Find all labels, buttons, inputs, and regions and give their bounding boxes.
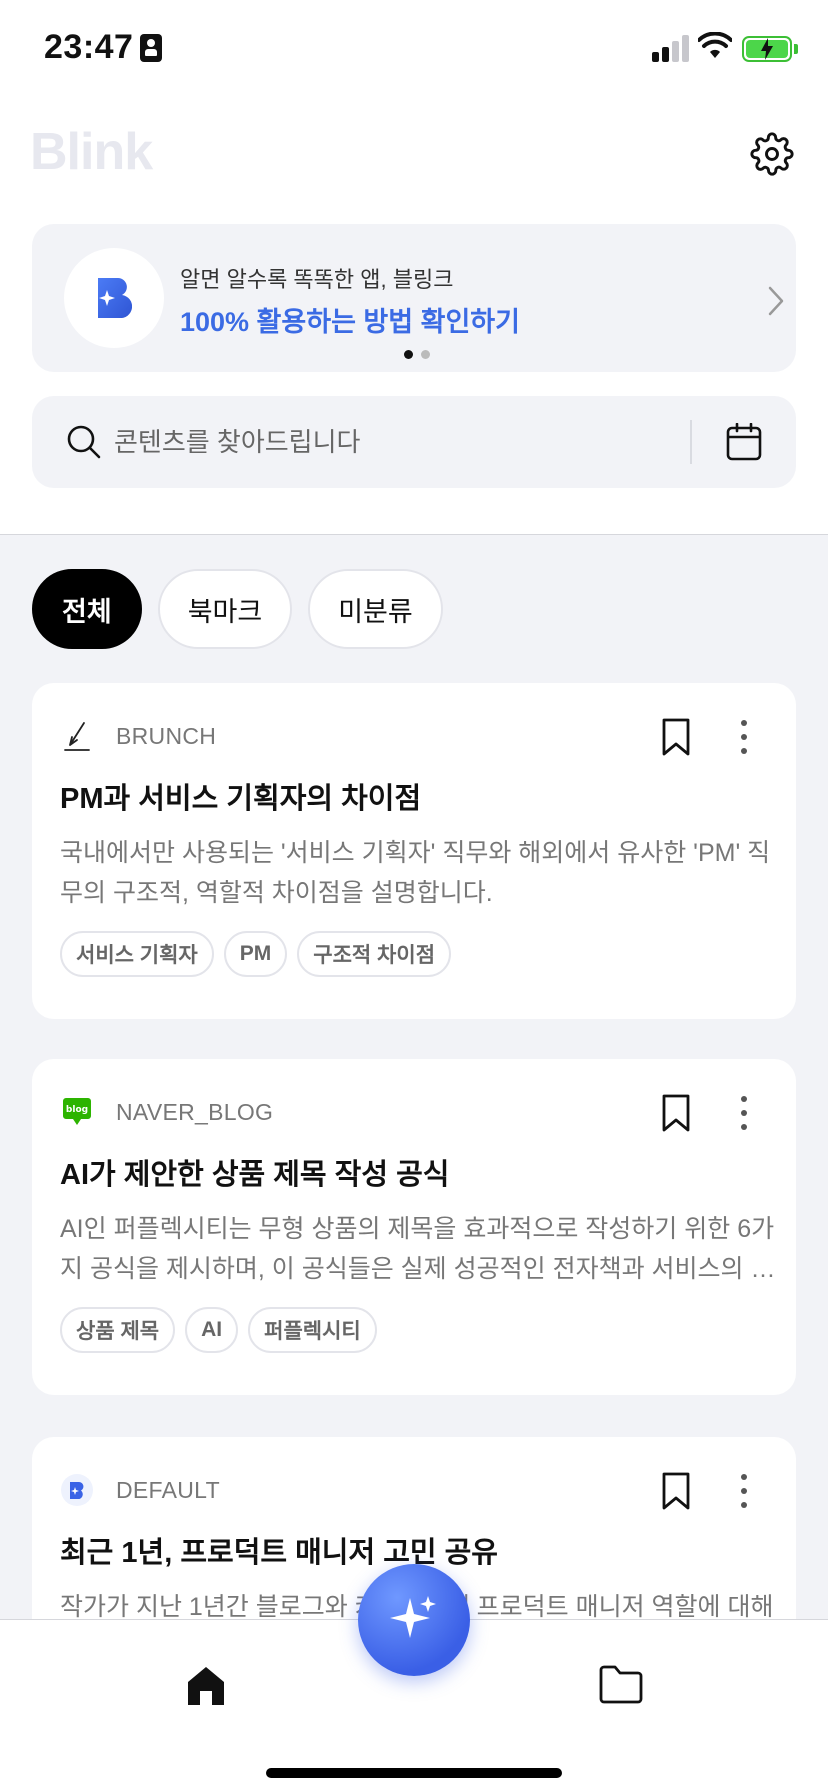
settings-button[interactable] [746, 128, 798, 180]
content-feed[interactable]: 전체 북마크 미분류 BRUNCH PM과 서비스 기획자의 차이점 국내에서만… [0, 534, 828, 1620]
more-options-icon[interactable] [734, 1471, 754, 1511]
contact-card-icon [140, 34, 162, 62]
divider [690, 420, 692, 464]
tag-chip[interactable]: 구조적 차이점 [297, 931, 452, 977]
sparkle-icon [390, 1596, 436, 1638]
content-card[interactable]: blog NAVER_BLOG AI가 제안한 상품 제목 작성 공식 AI인 … [32, 1059, 796, 1395]
more-options-icon[interactable] [734, 717, 754, 757]
search-bar [32, 396, 796, 488]
card-title: AI가 제안한 상품 제목 작성 공식 [60, 1159, 450, 1191]
card-title: PM과 서비스 기획자의 차이점 [60, 783, 422, 815]
card-title: 최근 1년, 프로덕트 매니저 고민 공유 [60, 1537, 498, 1569]
banner-subtitle: 알면 알수록 똑똑한 앱, 블링크 [180, 267, 454, 292]
card-tags: 상품 제목 AI 퍼플렉시티 [60, 1307, 377, 1353]
wifi-icon [698, 32, 732, 58]
card-source: NAVER_BLOG [116, 1099, 274, 1125]
ai-sparkle-button[interactable] [358, 1564, 470, 1676]
tag-chip[interactable]: 서비스 기획자 [60, 931, 214, 977]
card-description: 국내에서만 사용되는 '서비스 기획자' 직무와 해외에서 유사한 'PM' 직… [60, 839, 771, 907]
pagination-dot [404, 350, 413, 359]
tag-chip[interactable]: 퍼플렉시티 [248, 1307, 377, 1353]
filter-tab-unclassified[interactable]: 미분류 [308, 569, 443, 649]
filter-tab-bookmark[interactable]: 북마크 [157, 569, 293, 649]
banner-title: 100% 활용하는 방법 확인하기 [180, 307, 520, 337]
svg-text:blog: blog [66, 1105, 88, 1115]
banner-pagination [404, 350, 430, 359]
content-card[interactable]: BRUNCH PM과 서비스 기획자의 차이점 국내에서만 사용되는 '서비스 … [32, 683, 796, 1019]
tag-chip[interactable]: PM [223, 931, 288, 977]
pagination-dot [421, 350, 430, 359]
cellular-signal-icon [652, 34, 692, 62]
home-icon[interactable] [184, 1664, 228, 1708]
promo-banner[interactable]: 알면 알수록 똑똑한 앱, 블링크 100% 활용하는 방법 확인하기 [32, 224, 796, 372]
battery-icon [742, 36, 792, 62]
app-logo: Blink [30, 123, 153, 181]
status-time: 23:47 [44, 28, 134, 66]
tag-chip[interactable]: AI [185, 1307, 239, 1353]
more-options-icon[interactable] [734, 1093, 754, 1133]
banner-logo [64, 248, 164, 348]
tag-chip[interactable]: 상품 제목 [60, 1307, 176, 1353]
card-tags: 서비스 기획자 PM 구조적 차이점 [60, 931, 452, 977]
pen-nib-icon [60, 719, 94, 753]
blink-logo-icon [60, 1473, 94, 1507]
card-source: BRUNCH [116, 723, 217, 749]
search-icon [67, 425, 101, 459]
gear-icon [750, 132, 794, 176]
home-indicator [266, 1768, 562, 1778]
card-source: DEFAULT [116, 1477, 220, 1503]
blink-logo-icon [98, 278, 132, 318]
chevron-right-icon [768, 286, 784, 316]
search-input[interactable] [114, 420, 684, 464]
naver-blog-icon: blog [60, 1095, 94, 1129]
bookmark-icon[interactable] [658, 1471, 694, 1511]
filter-tabs: 전체 북마크 미분류 [32, 569, 443, 649]
bookmark-icon[interactable] [658, 1093, 694, 1133]
folder-icon[interactable] [598, 1662, 644, 1706]
filter-tab-all[interactable]: 전체 [32, 569, 142, 649]
bookmark-icon[interactable] [658, 717, 694, 757]
calendar-icon [726, 423, 762, 461]
calendar-button[interactable] [722, 420, 766, 464]
card-description: AI인 퍼플렉시티는 무형 상품의 제목을 효과적으로 작성하기 위한 6가지 … [60, 1215, 775, 1283]
status-bar: 23:47 [0, 0, 828, 100]
